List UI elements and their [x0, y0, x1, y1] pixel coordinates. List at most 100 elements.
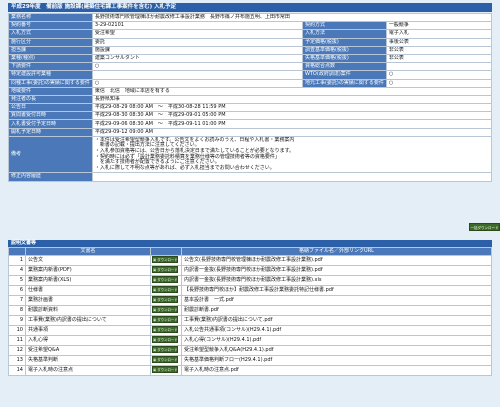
doc-num: 9	[8, 315, 26, 326]
doc-download-cell: ダウンロード	[150, 315, 182, 326]
doc-row: 5業務案内新書(XLS)ダウンロード内訳書一金抜(長野技術専門校ほか耐震改修工事…	[8, 275, 492, 286]
doc-file-link[interactable]: 公告文(長野技術専門校管理棟ほか耐震改修工事設計業務).pdf	[181, 255, 492, 266]
info-value: 委託	[91, 37, 303, 47]
download-button[interactable]: ダウンロード	[152, 346, 178, 353]
doc-num: 6	[8, 285, 26, 296]
info-value-2: ○	[385, 78, 493, 88]
doc-file-link[interactable]: 内訳書一金抜(長野技術専門校ほか耐震改修工事設計業務).xls	[181, 275, 492, 286]
info-value: 受注希望	[91, 29, 303, 39]
doc-num: 12	[8, 345, 26, 356]
doc-file-link[interactable]: 電子入札時の注意点.pdf	[181, 365, 492, 376]
info-row: 公告日 平成29-08-29 08:00 AM 〜 平成30-08-28 11:5…	[8, 103, 493, 113]
info-row: 下請要件 ○ 資格総合点数	[8, 62, 493, 72]
doc-file-link[interactable]: 工事費(業務)内訳書の提出について.pdf	[181, 315, 492, 326]
doc-download-cell: ダウンロード	[150, 355, 182, 366]
info-label: 担当課	[8, 45, 93, 55]
remarks-value: ・本件は受注希望型競争入札です。公告文をよくお読みのうえ、日程や入札書・業務案内…	[91, 135, 493, 174]
download-button[interactable]: ダウンロード	[152, 276, 178, 283]
bid-info-table: 業務名称 長野技術専門校管理棟ほか耐震改修工事設計業務 長野市篠ノ井布施五明、上田…	[8, 12, 493, 182]
download-button[interactable]: ダウンロード	[152, 266, 178, 273]
download-button[interactable]: ダウンロード	[152, 306, 178, 313]
info-value: ○	[91, 78, 303, 88]
doc-download-cell: ダウンロード	[150, 335, 182, 346]
info-row: 担当課 施設課 調査基準価格(税抜) 非公表	[8, 45, 493, 55]
info-label: 下請要件	[8, 62, 93, 72]
doc-num: 1	[8, 255, 26, 266]
download-button[interactable]: ダウンロード	[152, 286, 178, 293]
docs-header-num	[8, 247, 26, 256]
doc-num: 4	[8, 265, 26, 276]
doc-file-link[interactable]: 入札心得(コンサル)(H29.4.1).pdf	[181, 335, 492, 346]
info-value-2: 非公表	[385, 53, 493, 64]
info-row: 入札書受付予定日時 平成29-09-06 08:30 AM 〜 平成29-09-1…	[8, 119, 493, 129]
info-label-2: 失格基準価格(税抜)	[301, 53, 387, 64]
remarks-label: 備考	[8, 135, 93, 174]
docs-header-btn	[150, 247, 182, 256]
info-label: 同種工事(委託)の実績に関する要件	[8, 78, 93, 88]
info-value-2	[385, 62, 493, 72]
correction-value	[91, 172, 493, 182]
info-value: 建築コンサルタント	[91, 53, 303, 64]
docs-header-file: 格納ファイル名／外部リンクURL	[181, 247, 492, 256]
remarks-row: 備考 ・本件は受注希望型競争入札です。公告文をよくお読みのうえ、日程や入札書・業務…	[8, 135, 493, 174]
info-label: 公告日	[8, 103, 93, 113]
info-value: 施設課	[91, 45, 303, 55]
download-button[interactable]: ダウンロード	[152, 326, 178, 333]
download-button[interactable]: ダウンロード	[152, 366, 178, 373]
doc-file-link[interactable]: 耐震診断書.pdf	[181, 305, 492, 316]
doc-download-cell: ダウンロード	[150, 285, 182, 296]
doc-download-cell: ダウンロード	[150, 305, 182, 316]
docs-table: 文書名 格納ファイル名／外部リンクURL 1公告文ダウンロード公告文(長野技術専…	[8, 247, 492, 376]
doc-download-cell: ダウンロード	[150, 365, 182, 376]
doc-name: 入札心得	[25, 335, 151, 346]
download-button[interactable]: ダウンロード	[152, 336, 178, 343]
doc-file-link[interactable]: 失格基準価格判断フロー(H29.4.1).pdf	[181, 355, 492, 366]
doc-name: 工事費(業務)内訳書の提出について	[25, 315, 151, 326]
doc-name: 共通事項	[25, 325, 151, 336]
info-label: 業種(種別)	[8, 53, 93, 64]
doc-name: 受注希望Q&A	[25, 345, 151, 356]
info-row: 開札予定日時 平成29-09-12 09:00 AM	[8, 127, 493, 137]
download-all-button[interactable]: 一括ダウンロード	[469, 223, 500, 231]
info-label: 特定建設許可業種	[8, 70, 93, 80]
doc-num: 7	[8, 295, 26, 306]
doc-name: 業務案内新書(PDF)	[25, 265, 151, 276]
doc-file-link[interactable]: 基本設計書 一式.pdf	[181, 295, 492, 306]
doc-num: 14	[8, 365, 26, 376]
doc-file-link[interactable]: 内訳書一金抜(長野技術専門校ほか耐震改修工事設計業務).pdf	[181, 265, 492, 276]
info-row: 質問書受付日時 平成29-08-30 08:30 AM 〜 平成29-09-01 …	[8, 111, 493, 121]
info-row: 入札方式 受注希望 入札方法 電子入札	[8, 29, 493, 39]
info-row: 契約番号 3-29-02101 契約方式 一般競争	[8, 21, 493, 31]
doc-row: 1公告文ダウンロード公告文(長野技術専門校管理棟ほか耐震改修工事設計業務).pd…	[8, 255, 492, 266]
download-button[interactable]: ダウンロード	[152, 296, 178, 303]
doc-num: 5	[8, 275, 26, 286]
download-button[interactable]: ダウンロード	[152, 316, 178, 323]
docs-header-name: 文書名	[25, 247, 151, 256]
doc-file-link[interactable]: 受注希望型競争入札Q&A(H29.4.1).pdf	[181, 345, 492, 356]
doc-download-cell: ダウンロード	[150, 255, 182, 266]
doc-row: 12受注希望Q&Aダウンロード受注希望型競争入札Q&A(H29.4.1).pdf	[8, 345, 492, 356]
download-button[interactable]: ダウンロード	[152, 256, 178, 263]
download-button[interactable]: ダウンロード	[152, 356, 178, 363]
info-label: 施行区分	[8, 37, 93, 47]
doc-name: 仕様書	[25, 285, 151, 296]
docs-section-title: 説明文書等	[8, 240, 492, 247]
correction-row: 修正内容履歴	[8, 172, 493, 182]
info-label-2: 契約方式	[301, 21, 387, 31]
info-row: 同種工事(委託)の実績に関する要件 ○ 地元工事(委託)の実績に関する要件 ○	[8, 78, 493, 88]
doc-row: 7業務計画書ダウンロード基本設計書 一式.pdf	[8, 295, 492, 306]
info-value-2: ○	[385, 70, 493, 80]
info-row: 施行区分 委託 予定価格(税抜) 事後公表	[8, 37, 493, 47]
info-value: 長野県知事	[91, 94, 493, 105]
doc-file-link[interactable]: 【長野技術専門校ほか】耐震改修工事設計業務委託特記仕様書.pdf	[181, 285, 492, 296]
doc-name: 耐震診断資料	[25, 305, 151, 316]
info-row: 業種(種別) 建築コンサルタント 失格基準価格(税抜) 非公表	[8, 53, 493, 64]
info-label-2: WTO(政府調達)案件	[301, 70, 387, 80]
info-value-2: 事後公表	[385, 37, 493, 47]
info-value: 平成29-08-30 08:30 AM 〜 平成29-09-01 05:00 P…	[91, 111, 493, 121]
doc-num: 11	[8, 335, 26, 346]
doc-row: 11入札心得ダウンロード入札心得(コンサル)(H29.4.1).pdf	[8, 335, 492, 346]
doc-download-cell: ダウンロード	[150, 265, 182, 276]
doc-file-link[interactable]: 入札公告共通事項(コンサル)(H29.4.1).pdf	[181, 325, 492, 336]
info-value: ○	[91, 62, 303, 72]
